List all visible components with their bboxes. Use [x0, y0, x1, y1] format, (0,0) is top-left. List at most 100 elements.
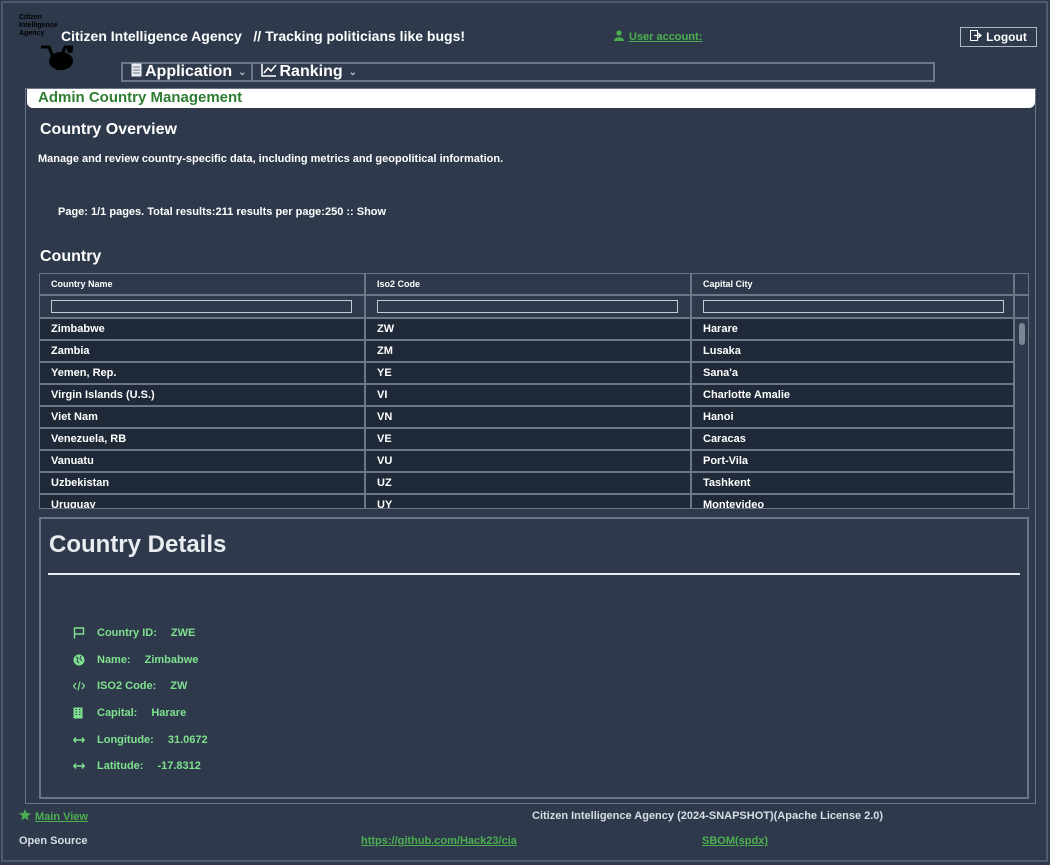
cell-country-name: Venezuela, RB	[40, 429, 366, 451]
panel-title: Admin Country Management	[27, 89, 1035, 108]
code-icon	[73, 680, 97, 692]
cell-iso2-code: VI	[366, 385, 692, 407]
table-row[interactable]: Zimbabwe ZW Harare	[40, 319, 1028, 341]
table-row[interactable]: Virgin Islands (U.S.) VI Charlotte Amalie	[40, 385, 1028, 407]
grid-heading: Country	[40, 248, 102, 265]
detail-item: Capital: Harare	[73, 700, 208, 727]
menu-application-label: Application	[145, 63, 233, 80]
cell-country-name: Yemen, Rep.	[40, 363, 366, 385]
cell-capital-city: Hanoi	[692, 407, 1015, 429]
app-title: Citizen Intelligence Agency // Tracking …	[61, 28, 465, 44]
cell-capital-city: Sana'a	[692, 363, 1015, 385]
grid-scrollbar[interactable]	[1019, 323, 1025, 345]
cell-country-name: Viet Nam	[40, 407, 366, 429]
row-spacer	[1015, 451, 1028, 473]
filter-iso2-code-input[interactable]	[377, 300, 678, 313]
cell-country-name: Uzbekistan	[40, 473, 366, 495]
sbom-link[interactable]: SBOM(spdx)	[702, 835, 768, 847]
menu-ranking[interactable]: Ranking ⌄	[253, 63, 362, 82]
cell-country-name: Uruguay	[40, 495, 366, 508]
detail-item: Country ID: ZWE	[73, 620, 208, 647]
detail-label: Country ID:	[97, 627, 157, 640]
cell-capital-city: Charlotte Amalie	[692, 385, 1015, 407]
table-row[interactable]: Zambia ZM Lusaka	[40, 341, 1028, 363]
row-spacer	[1015, 407, 1028, 429]
footer-copyright: Citizen Intelligence Agency (2024-SNAPSH…	[532, 810, 884, 822]
detail-value: ZWE	[170, 627, 196, 640]
logout-label: Logout	[986, 30, 1027, 44]
detail-label: Capital:	[97, 707, 138, 720]
cell-capital-city: Tashkent	[692, 473, 1015, 495]
menu-application[interactable]: Application ⌄	[123, 63, 253, 80]
table-row[interactable]: Uruguay UY Montevideo	[40, 495, 1028, 508]
cell-country-name: Zimbabwe	[40, 319, 366, 341]
detail-value: -17.8312	[157, 760, 201, 773]
cell-capital-city: Harare	[692, 319, 1015, 341]
cell-capital-city: Montevideo	[692, 495, 1015, 508]
logo-bug-icon	[39, 41, 79, 78]
detail-item: Latitude: -17.8312	[73, 753, 208, 780]
chevron-down-icon: ⌄	[238, 66, 247, 78]
overview-description: Manage and review country-specific data,…	[38, 153, 504, 165]
line-chart-icon	[260, 63, 277, 82]
detail-label: Latitude:	[97, 760, 144, 773]
cell-capital-city: Lusaka	[692, 341, 1015, 363]
arrows-h-icon	[73, 762, 97, 770]
detail-label: ISO2 Code:	[97, 680, 157, 693]
logo-text: Citizen Intelligence Agency	[19, 14, 58, 37]
detail-item: Name: Zimbabwe	[73, 647, 208, 674]
details-list: Country ID: ZWE Name: Zimbabwe ISO2 Code: ZW C…	[73, 620, 208, 780]
detail-item: ISO2 Code: ZW	[73, 673, 208, 700]
app-tagline: // Tracking politicians like bugs!	[253, 28, 466, 44]
filter-spacer	[1015, 296, 1028, 319]
detail-label: Name:	[97, 653, 131, 666]
row-spacer	[1015, 473, 1028, 495]
row-spacer	[1015, 495, 1028, 508]
row-spacer	[1015, 385, 1028, 407]
cell-iso2-code: ZM	[366, 341, 692, 363]
table-row[interactable]: Viet Nam VN Hanoi	[40, 407, 1028, 429]
details-divider	[48, 573, 1020, 575]
main-view-link[interactable]: Main View	[19, 809, 88, 824]
country-details-panel: Country Details Country ID: ZWE Name: Zimba…	[39, 517, 1029, 799]
grid-header-row: Country Name Iso2 Code Capital City	[40, 274, 1028, 296]
github-link[interactable]: https://github.com/Hack23/cia	[361, 835, 517, 847]
cell-iso2-code: ZW	[366, 319, 692, 341]
details-title: Country Details	[49, 531, 227, 558]
main-view-label[interactable]: Main View	[35, 811, 88, 823]
footer-open-source: Open Source	[19, 835, 88, 847]
star-icon	[19, 809, 31, 824]
paging-info: Page: 1/1 pages. Total results:211 resul…	[58, 206, 387, 218]
table-row[interactable]: Venezuela, RB VE Caracas	[40, 429, 1028, 451]
user-icon	[614, 30, 624, 44]
cell-iso2-code: VE	[366, 429, 692, 451]
logout-button[interactable]: Logout	[960, 27, 1037, 47]
header-spacer	[1015, 274, 1028, 296]
globe-icon	[73, 654, 97, 666]
cell-capital-city: Port-Vila	[692, 451, 1015, 473]
cell-iso2-code: UY	[366, 495, 692, 508]
table-row[interactable]: Uzbekistan UZ Tashkent	[40, 473, 1028, 495]
main-menubar: Application ⌄ Ranking ⌄	[121, 62, 935, 82]
table-row[interactable]: Yemen, Rep. YE Sana'a	[40, 363, 1028, 385]
row-spacer	[1015, 429, 1028, 451]
detail-value: Zimbabwe	[144, 653, 199, 666]
chevron-down-icon: ⌄	[348, 66, 358, 78]
cell-iso2-code: VU	[366, 451, 692, 473]
column-header-iso2-code[interactable]: Iso2 Code	[366, 274, 692, 296]
column-header-country-name[interactable]: Country Name	[40, 274, 366, 296]
filter-capital-city-input[interactable]	[703, 300, 1004, 313]
filter-cell	[366, 296, 692, 319]
user-account-link[interactable]: User account:	[614, 30, 702, 44]
arrows-h-icon	[73, 736, 97, 744]
column-header-capital-city[interactable]: Capital City	[692, 274, 1015, 296]
filter-country-name-input[interactable]	[51, 300, 352, 313]
filter-cell	[40, 296, 366, 319]
row-spacer	[1015, 363, 1028, 385]
table-row[interactable]: Vanuatu VU Port-Vila	[40, 451, 1028, 473]
filter-cell	[692, 296, 1015, 319]
app-name: Citizen Intelligence Agency	[61, 28, 242, 44]
user-account-label[interactable]: User account:	[629, 31, 702, 43]
cell-iso2-code: UZ	[366, 473, 692, 495]
overview-heading: Country Overview	[40, 121, 177, 138]
